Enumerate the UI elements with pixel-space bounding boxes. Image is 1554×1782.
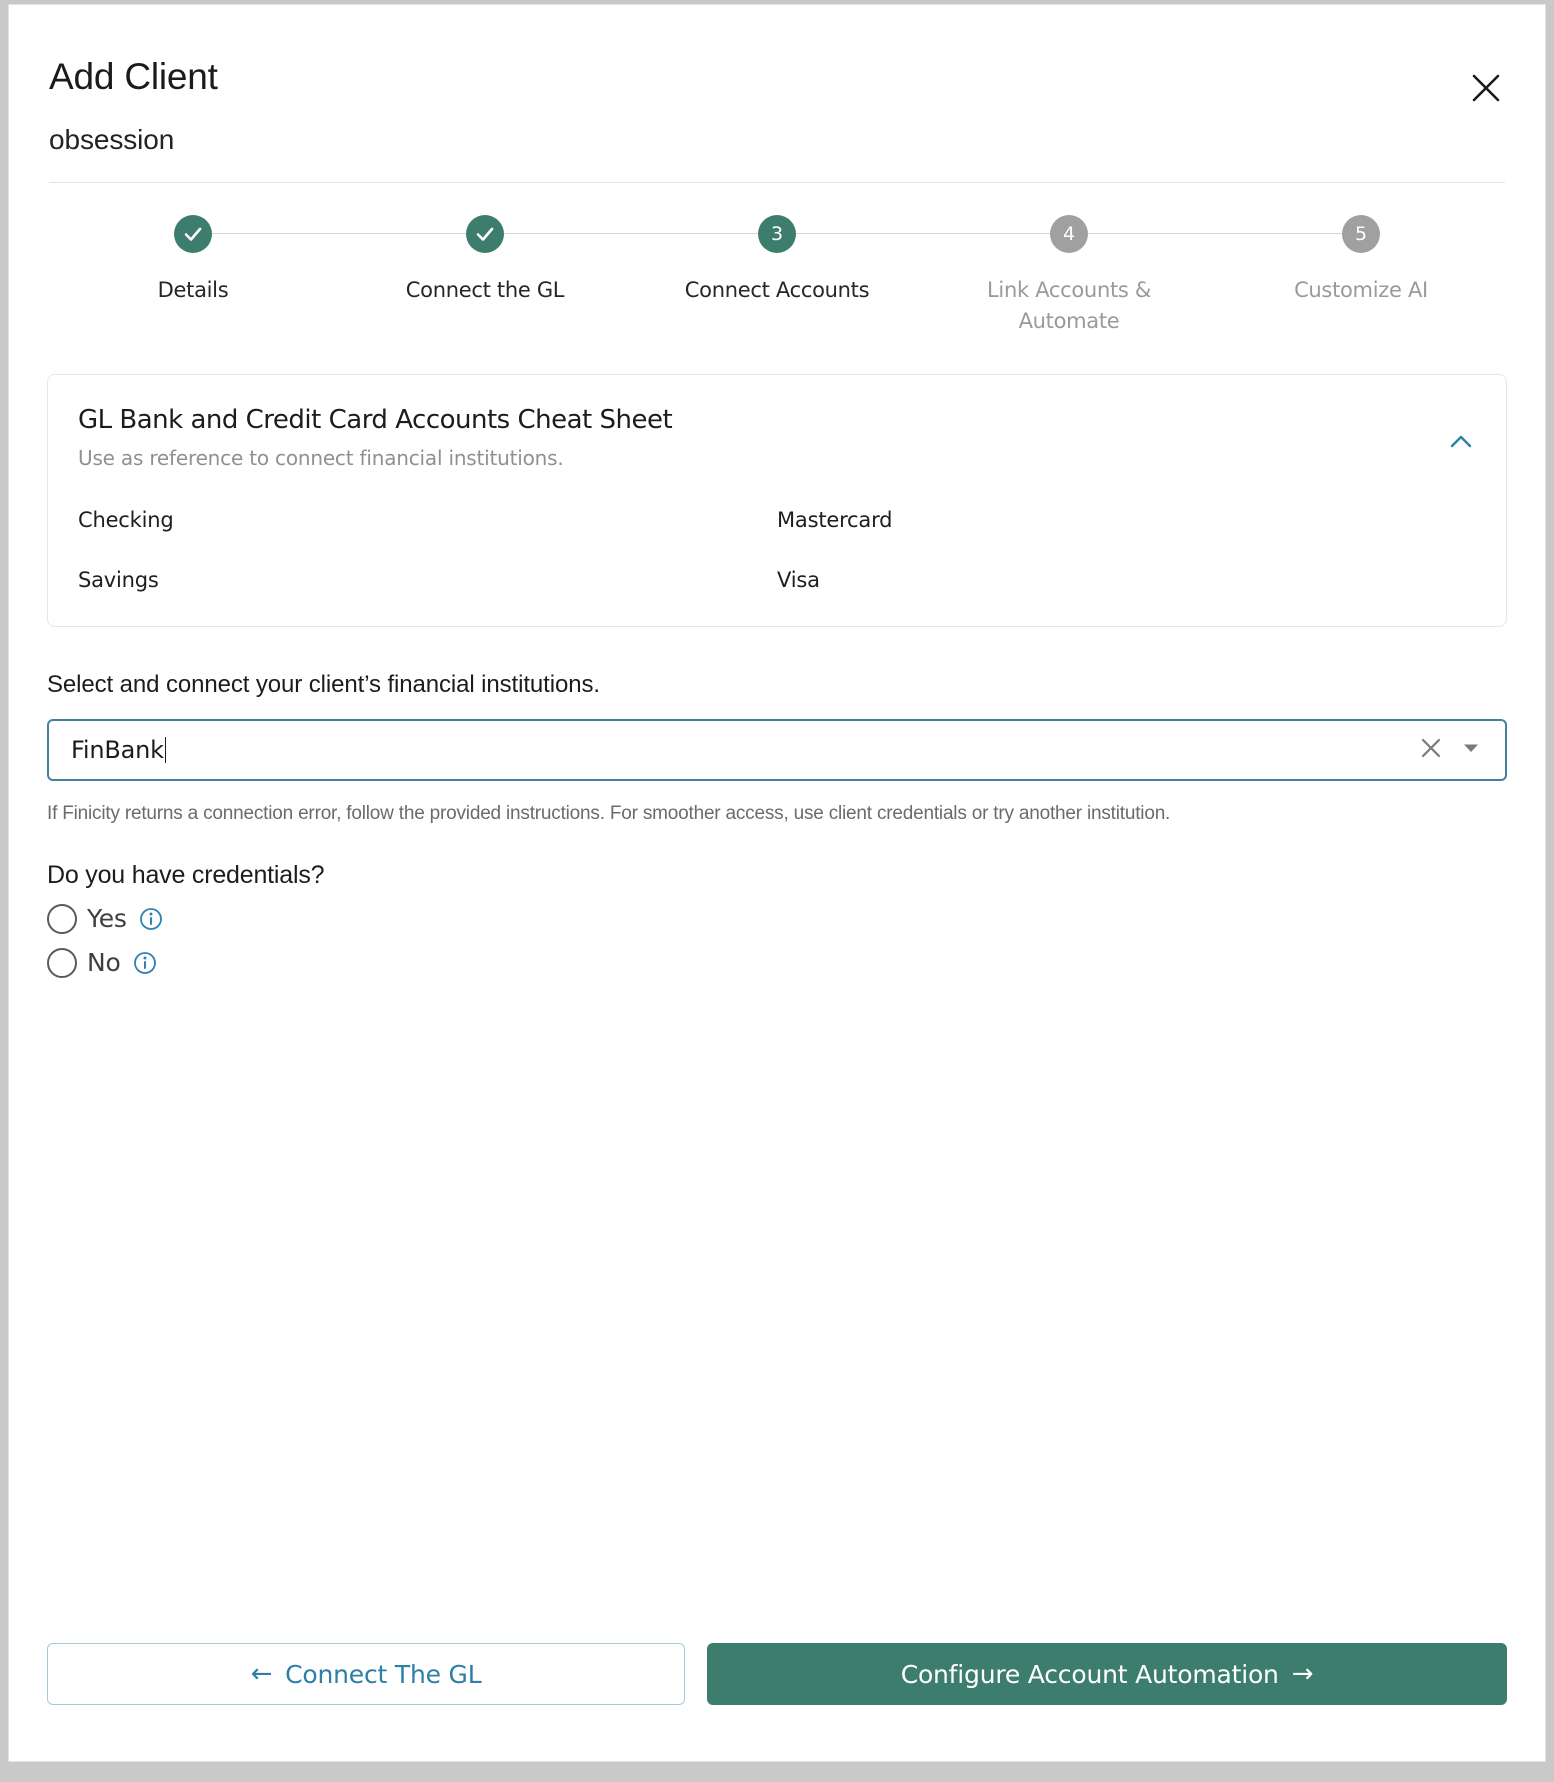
step-indicator-2: [466, 214, 504, 253]
step-row: 5: [1215, 211, 1507, 257]
step-indicator-5: 5: [1342, 214, 1380, 253]
radio-button-yes[interactable]: [47, 903, 77, 934]
radio-label-no: No: [87, 948, 121, 978]
institution-search-input[interactable]: FinBank: [71, 736, 1411, 764]
step-label-4: Link Accounts & Automate: [987, 277, 1151, 334]
close-icon: [1419, 736, 1443, 763]
cheat-sheet-item-checking: Checking: [78, 507, 174, 532]
step-connector-right: [212, 233, 339, 235]
step-details[interactable]: Details: [47, 211, 339, 307]
cheat-sheet-item-visa: Visa: [777, 567, 820, 592]
institution-select-combobox[interactable]: FinBank: [47, 718, 1507, 781]
step-connector-left: [923, 233, 1050, 235]
step-customize-ai[interactable]: 5 Customize AI: [1215, 211, 1507, 307]
radio-label-yes: Yes: [87, 904, 127, 934]
stepper: Details Connect the GL 3 Connect Account…: [47, 211, 1507, 338]
add-client-modal: Add Client obsession Details Connect the…: [8, 4, 1546, 1762]
step-connector-right: [504, 233, 631, 235]
clear-selection-button[interactable]: [1411, 730, 1451, 770]
next-button-label: Configure Account Automation: [900, 1659, 1279, 1689]
info-icon[interactable]: [133, 951, 157, 975]
step-connector-right: [1088, 233, 1215, 235]
text-cursor: [164, 736, 166, 763]
step-label-5: Customize AI: [1294, 277, 1428, 302]
step-connector-left: [1215, 233, 1342, 235]
step-connect-accounts[interactable]: 3 Connect Accounts: [631, 211, 923, 307]
modal-footer: ← Connect The GL Configure Account Autom…: [9, 1643, 1545, 1705]
close-icon: [1470, 72, 1502, 104]
credentials-question: Do you have credentials?: [47, 860, 325, 889]
step-indicator-3: 3: [758, 214, 796, 253]
step-label-2: Connect the GL: [405, 277, 565, 302]
radio-option-no[interactable]: No: [47, 947, 1507, 978]
step-indicator-4: 4: [1050, 214, 1088, 253]
step-connector-left: [631, 233, 758, 235]
institution-search-value: FinBank: [71, 735, 164, 764]
step-row: [47, 211, 339, 257]
step-label-1: Details: [157, 277, 229, 302]
step-connect-the-gl[interactable]: Connect the GL: [339, 211, 631, 307]
cheat-sheet-item-mastercard: Mastercard: [777, 507, 893, 532]
client-name: obsession: [49, 123, 175, 155]
step-connector-right: [1380, 233, 1507, 234]
header-divider: [49, 181, 1505, 183]
close-button[interactable]: [1463, 65, 1509, 111]
cheat-sheet-title: GL Bank and Credit Card Accounts Cheat S…: [78, 404, 673, 435]
step-connector-left: [339, 233, 466, 235]
modal-header: Add Client: [9, 5, 1545, 102]
chevron-up-icon: [1446, 427, 1476, 460]
step-row: 3: [631, 211, 923, 257]
cheat-sheet-grid: Checking Mastercard Savings Visa: [78, 508, 1476, 592]
next-button[interactable]: Configure Account Automation →: [707, 1643, 1507, 1705]
radio-button-no[interactable]: [47, 947, 77, 978]
back-button-label: Connect The GL: [285, 1659, 482, 1689]
radio-option-yes[interactable]: Yes: [47, 903, 1507, 934]
cheat-sheet-subtitle: Use as reference to connect financial in…: [78, 445, 564, 470]
arrow-right-icon: →: [1291, 1659, 1314, 1689]
step-indicator-1: [174, 214, 212, 253]
dropdown-toggle-button[interactable]: [1451, 730, 1491, 770]
step-link-accounts-automate[interactable]: 4 Link Accounts & Automate: [923, 211, 1215, 338]
cheat-sheet-item-savings: Savings: [78, 567, 159, 592]
cheat-sheet-collapse-button[interactable]: [1440, 423, 1482, 465]
screen: Add Client obsession Details Connect the…: [0, 0, 1554, 1782]
chevron-down-icon: [1461, 738, 1481, 761]
check-icon: [182, 223, 204, 245]
step-label-3: Connect Accounts: [684, 277, 870, 302]
arrow-left-icon: ←: [250, 1659, 273, 1689]
step-connector-left: [47, 233, 174, 234]
institution-select-label: Select and connect your client’s financi…: [47, 670, 600, 698]
check-icon: [474, 223, 496, 245]
cheat-sheet-card: GL Bank and Credit Card Accounts Cheat S…: [47, 373, 1507, 627]
step-connector-right: [796, 233, 923, 235]
info-icon[interactable]: [139, 907, 163, 931]
step-row: [339, 211, 631, 257]
institution-hint-text: If Finicity returns a connection error, …: [47, 802, 1171, 824]
step-row: 4: [923, 211, 1215, 257]
back-button[interactable]: ← Connect The GL: [47, 1643, 685, 1705]
page-title: Add Client: [49, 56, 218, 97]
